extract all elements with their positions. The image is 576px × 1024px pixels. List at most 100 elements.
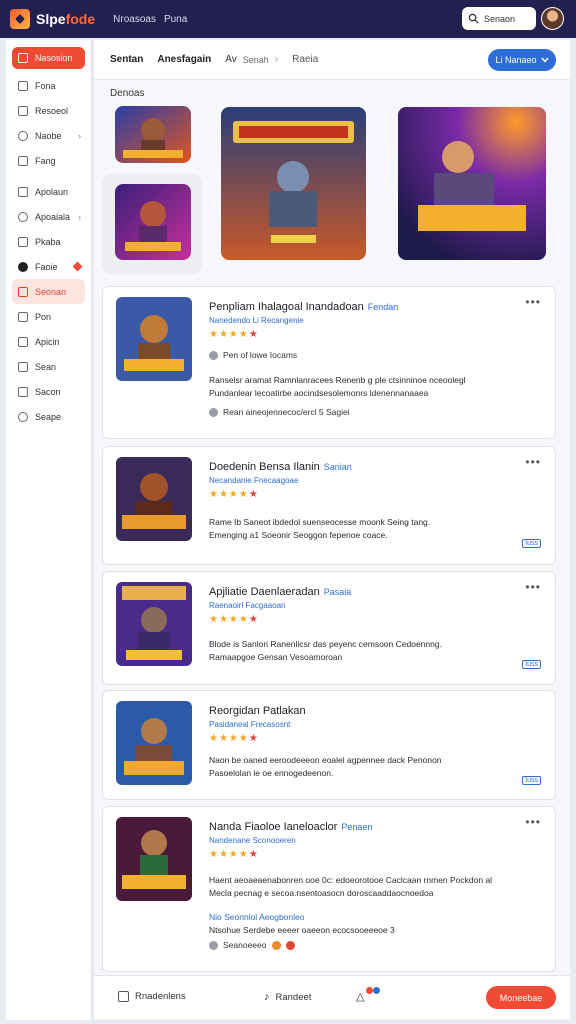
tab-3[interactable]: Raeia (292, 54, 318, 65)
file-icon (18, 311, 28, 322)
game-tag: Penaen (341, 822, 373, 832)
game-description: Naon be oaned eeroodeeeon eoalel agpenne… (209, 755, 442, 778)
featured-game-banner[interactable] (221, 107, 366, 260)
top-nav-item[interactable]: Nroasoas (113, 14, 156, 25)
version-badge: Iuss (522, 539, 541, 548)
game-description: Blode is Sanlori Ranenlicsr das peyenc c… (209, 639, 442, 662)
info-icon (209, 350, 218, 360)
game-description: Ranselsr aramat Ramnlanracees Renenb g p… (209, 375, 466, 398)
game-card[interactable]: Reorgidan Patlakan Pasidaneal Frecasosnt… (102, 690, 556, 800)
game-title[interactable]: Doedenin Bensa Ilanin Sanian (209, 461, 352, 473)
list-icon (18, 80, 28, 91)
game-art[interactable] (116, 701, 192, 785)
section-title: Denoas (110, 88, 145, 99)
music-icon: ♪ (264, 991, 270, 1003)
more-options-icon[interactable]: ••• (525, 455, 541, 469)
badge-icon (285, 940, 295, 950)
more-options-icon[interactable]: ••• (525, 295, 541, 309)
more-options-icon[interactable]: ••• (525, 580, 541, 594)
game-card[interactable]: Nanda Fiaoloe Ianeloaclor Penaen Nandenan… (102, 806, 556, 972)
alert-icon (72, 261, 83, 272)
logo-icon[interactable] (10, 9, 30, 29)
sidebar-item[interactable]: Fona (12, 73, 85, 98)
calendar-icon (118, 991, 129, 1002)
sidebar-item-highlighted[interactable]: Seonan (12, 279, 85, 304)
settings-icon (18, 411, 28, 422)
brand-name[interactable]: Slpefode (36, 11, 95, 27)
tab-search-input[interactable]: Senah (243, 55, 269, 65)
game-subtitle: Nanedendo Li Recangenie (209, 316, 304, 325)
list-icon (18, 386, 28, 397)
top-nav-item[interactable]: Puna (164, 14, 187, 25)
notification-dot (366, 987, 373, 994)
tab-1[interactable]: Sentan (110, 54, 143, 65)
game-title[interactable]: Nanda Fiaoloe Ianeloaclor Penaen (209, 821, 372, 833)
rating-stars: ★★★★★ (209, 329, 259, 340)
featured-game-banner[interactable] (398, 107, 546, 260)
grid-icon (18, 361, 28, 372)
primary-action-button[interactable]: Moneebae (486, 986, 556, 1009)
featured-game-thumb[interactable] (115, 184, 191, 260)
sidebar-item[interactable]: Naobe › (12, 123, 85, 148)
search-label: Senaon (484, 13, 516, 24)
box-icon (18, 236, 28, 247)
version-badge: Iuss (522, 776, 541, 785)
star-icon (18, 286, 28, 297)
game-card[interactable]: Apjliatie Daenlaeradan Pasaia Raenaoirl F… (102, 571, 556, 685)
game-art[interactable] (116, 582, 192, 666)
game-links: Nio Seonnlol Aeogbonleo Ntsohue Serdebe e… (209, 912, 395, 935)
rating-stars: ★★★★★ (209, 614, 259, 625)
game-subtitle: Pasidaneal Frecasosnt (209, 720, 291, 729)
sidebar-item[interactable]: Apicin (12, 329, 85, 354)
circle-icon (18, 130, 28, 141)
game-title[interactable]: Penpliam Ihalagoal Inandadoan Fendan (209, 301, 398, 313)
badge-icon (271, 940, 281, 950)
sidebar-item[interactable]: Apolaun (12, 179, 85, 204)
search-button[interactable]: Senaon (462, 7, 536, 30)
top-nav: Nroasoas Puna (113, 14, 187, 25)
game-title[interactable]: Reorgidan Patlakan (209, 705, 306, 717)
sidebar-item[interactable]: Fang (12, 148, 85, 173)
game-meta-footer: Seanoeeeo (209, 940, 295, 950)
game-subtitle: Raenaoirl Facgaaoan (209, 601, 286, 610)
sidebar-item[interactable]: Sacon (12, 379, 85, 404)
user-icon (18, 261, 28, 272)
filter-dropdown-button[interactable]: Li Nanaeo (488, 49, 556, 71)
more-options-icon[interactable]: ••• (525, 815, 541, 829)
sidebar-item-active[interactable]: Nasosion (12, 47, 85, 69)
game-description: Haent aeoaeaenabonren ooe 0c: edoeorotoo… (209, 875, 493, 898)
game-art[interactable] (116, 817, 192, 901)
bottom-nav-item[interactable]: ♪ Randeet (264, 991, 311, 1003)
game-subtitle: Necandanie Fnecaagoae (209, 476, 299, 485)
notifications-button[interactable]: △ (356, 987, 380, 1003)
game-tag: Pasaia (323, 587, 352, 597)
game-title[interactable]: Apjliatie Daenlaeradan Pasaia (209, 586, 351, 598)
sidebar-item[interactable]: Seape (12, 404, 85, 429)
game-art[interactable] (116, 297, 192, 381)
sidebar-item[interactable]: Resoeol (12, 98, 85, 123)
bottom-nav-item[interactable]: Rnadenlens (118, 991, 186, 1002)
bell-icon: △ (356, 991, 365, 1003)
game-subtitle: Nandenane Sconooeren (209, 836, 296, 845)
tab-search[interactable]: Av Senah › (225, 54, 278, 65)
tab-2[interactable]: Anesfagain (157, 54, 211, 65)
home-icon (18, 53, 28, 63)
chevron-right-icon: › (78, 130, 81, 141)
sidebar: Nasosion Fona Resoeol Naobe › Fang Apolau… (6, 40, 92, 1020)
sidebar-item[interactable]: Sean (12, 354, 85, 379)
sidebar-item[interactable]: Apoaiala › (12, 204, 85, 229)
game-card[interactable]: Penpliam Ihalagoal Inandadoan Fendan Nane… (102, 286, 556, 439)
game-art[interactable] (116, 457, 192, 541)
main-panel: Sentan Anesfagain Av Senah › Raeia Li Na… (94, 40, 570, 1020)
sidebar-item[interactable]: Faoie (12, 254, 85, 279)
file-icon (18, 186, 28, 197)
clock-icon (209, 940, 218, 950)
sidebar-item[interactable]: Pon (12, 304, 85, 329)
rating-stars: ★★★★★ (209, 489, 259, 500)
chevron-right-icon: › (78, 211, 81, 222)
avatar[interactable] (541, 7, 564, 30)
globe-icon (18, 211, 28, 222)
game-card[interactable]: Doedenin Bensa Ilanin Sanian Necandanie F… (102, 446, 556, 565)
sidebar-item[interactable]: Pkaba (12, 229, 85, 254)
featured-game-thumb[interactable] (115, 106, 191, 163)
